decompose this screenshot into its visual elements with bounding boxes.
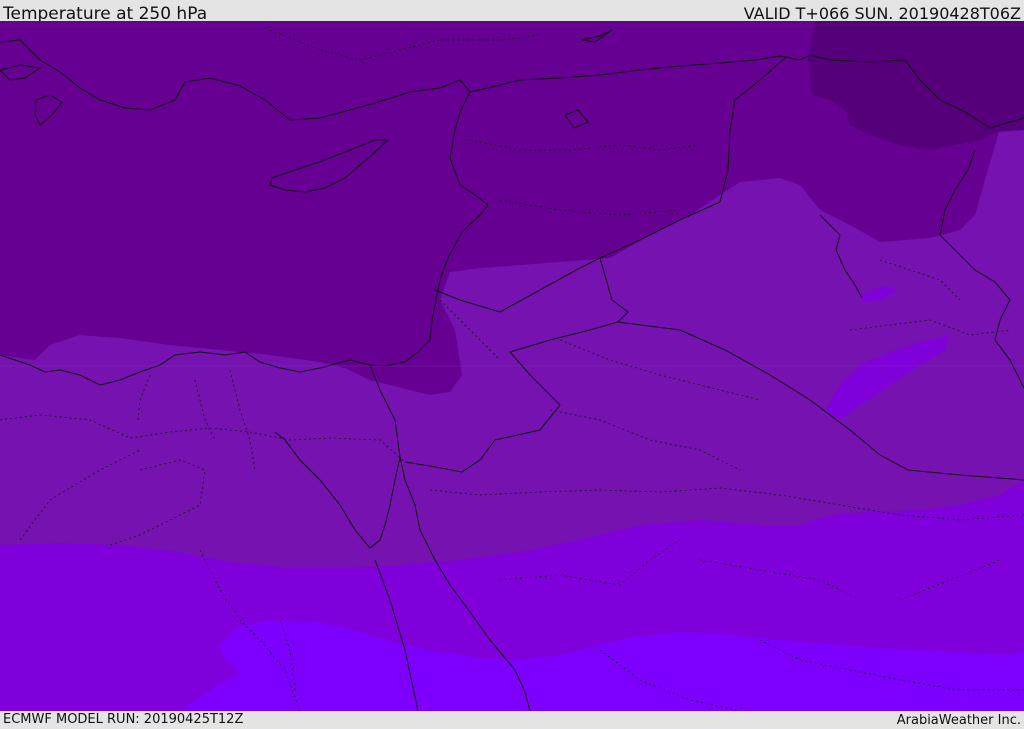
model-run: ECMWF MODEL RUN: 20190425T12Z (3, 712, 244, 727)
header-bar: Temperature at 250 hPa VALID T+066 SUN. … (0, 0, 1024, 24)
credit: ArabiaWeather Inc. (896, 713, 1021, 728)
footer-bar: ECMWF MODEL RUN: 20190425T12Z ArabiaWeat… (0, 711, 1024, 729)
weather-map[interactable] (0, 21, 1024, 711)
